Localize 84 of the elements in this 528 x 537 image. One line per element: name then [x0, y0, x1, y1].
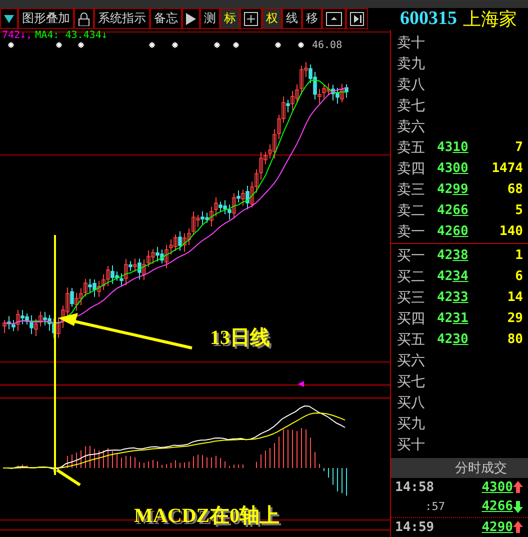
order-level-label: 买十: [396, 436, 426, 454]
indicator-legend: MA4: 43.434↓: [35, 30, 108, 41]
toolbar-button[interactable]: 系统指示: [94, 8, 150, 29]
order-level-label: 买七: [396, 372, 426, 390]
play-icon: [186, 12, 196, 24]
event-marker-icon: [297, 41, 305, 49]
order-level-label: 买五: [396, 330, 426, 348]
order-volume: 140: [498, 224, 523, 239]
order-volume: 1: [514, 248, 523, 263]
order-price: 4233: [437, 290, 470, 305]
toolbar-button[interactable]: 权: [262, 8, 282, 29]
order-volume: 68: [506, 182, 523, 197]
order-price: 4230: [437, 332, 470, 347]
indicator-legend: 742↓,: [2, 30, 32, 41]
event-marker-icon: [7, 41, 15, 49]
high-price-label: 46.08: [312, 40, 342, 51]
order-volume: 14: [506, 290, 523, 305]
order-volume: 1474: [490, 161, 523, 176]
event-marker-icon: [148, 41, 156, 49]
order-level-label: 卖三: [396, 180, 426, 198]
trade-time: 14:59: [394, 520, 436, 535]
event-marker-icon: [274, 41, 282, 49]
order-level-label: 卖二: [396, 202, 426, 220]
event-marker-icon: [55, 41, 63, 49]
order-level-label: 买八: [396, 394, 426, 412]
order-price: 4234: [437, 269, 470, 284]
leader-line: [56, 468, 81, 486]
stock-name: 上海家: [463, 8, 517, 30]
trade-price: 4300: [480, 480, 513, 495]
order-volume: 7: [514, 140, 523, 155]
order-price: 4300: [437, 161, 470, 176]
toolbar-button[interactable]: 备忘: [150, 8, 182, 29]
order-level-label: 买三: [396, 288, 426, 306]
order-level-label: 卖十: [396, 34, 426, 52]
order-volume: 80: [506, 332, 523, 347]
order-volume: 6: [514, 269, 523, 284]
dropdown-button[interactable]: [0, 8, 18, 29]
order-price: 4231: [437, 311, 470, 326]
event-marker-icon: [232, 41, 240, 49]
order-level-label: 卖四: [396, 160, 426, 178]
order-price: 4310: [437, 140, 470, 155]
trade-price: 4266: [480, 499, 513, 514]
order-price: 4266: [437, 203, 470, 218]
order-level-label: 卖一: [396, 222, 426, 240]
order-level-label: 买四: [396, 310, 426, 328]
order-level-label: 买二: [396, 268, 426, 286]
order-level-label: 卖六: [396, 118, 426, 136]
trade-time: 14:58: [394, 480, 436, 495]
order-level-label: 买一: [396, 246, 426, 264]
order-level-label: 卖八: [396, 76, 426, 94]
order-level-label: 买六: [396, 352, 426, 370]
window-icon: [326, 12, 342, 26]
grid-button[interactable]: [240, 8, 262, 29]
play-button[interactable]: [182, 8, 200, 29]
order-price: 4238: [437, 248, 470, 263]
window-button[interactable]: [322, 8, 346, 29]
marker-icon: [298, 381, 304, 387]
skip-end-button[interactable]: [346, 8, 368, 29]
trade-price: 4290: [480, 520, 513, 535]
order-price: 4299: [437, 182, 470, 197]
lock-button[interactable]: [74, 8, 94, 29]
event-marker-icon: [171, 41, 179, 49]
order-level-label: 买九: [396, 414, 426, 432]
toolbar-button[interactable]: 图形叠加: [18, 8, 74, 29]
toolbar-button[interactable]: 标: [220, 8, 240, 29]
order-volume: 5: [514, 203, 523, 218]
order-level-label: 卖五: [396, 138, 426, 156]
event-marker-icon: [213, 41, 221, 49]
order-volume: 29: [506, 311, 523, 326]
stock-code: 600315: [400, 8, 457, 30]
order-level-label: 卖九: [396, 54, 426, 72]
annotation-text: 13日线: [210, 326, 270, 351]
lock-icon: [78, 12, 90, 26]
toolbar-button[interactable]: 移: [302, 8, 322, 29]
order-price: 4260: [437, 224, 470, 239]
event-marker-icon: [77, 41, 85, 49]
caret-icon: [4, 14, 14, 22]
toolbar-button[interactable]: 测: [200, 8, 220, 29]
trade-time: :57: [424, 500, 446, 514]
crosshair-box-icon: [244, 12, 258, 26]
trades-header: 分时成交: [391, 458, 528, 478]
order-level-label: 卖七: [396, 96, 426, 114]
toolbar-button[interactable]: 线: [282, 8, 302, 29]
skip-end-icon: [350, 12, 364, 26]
